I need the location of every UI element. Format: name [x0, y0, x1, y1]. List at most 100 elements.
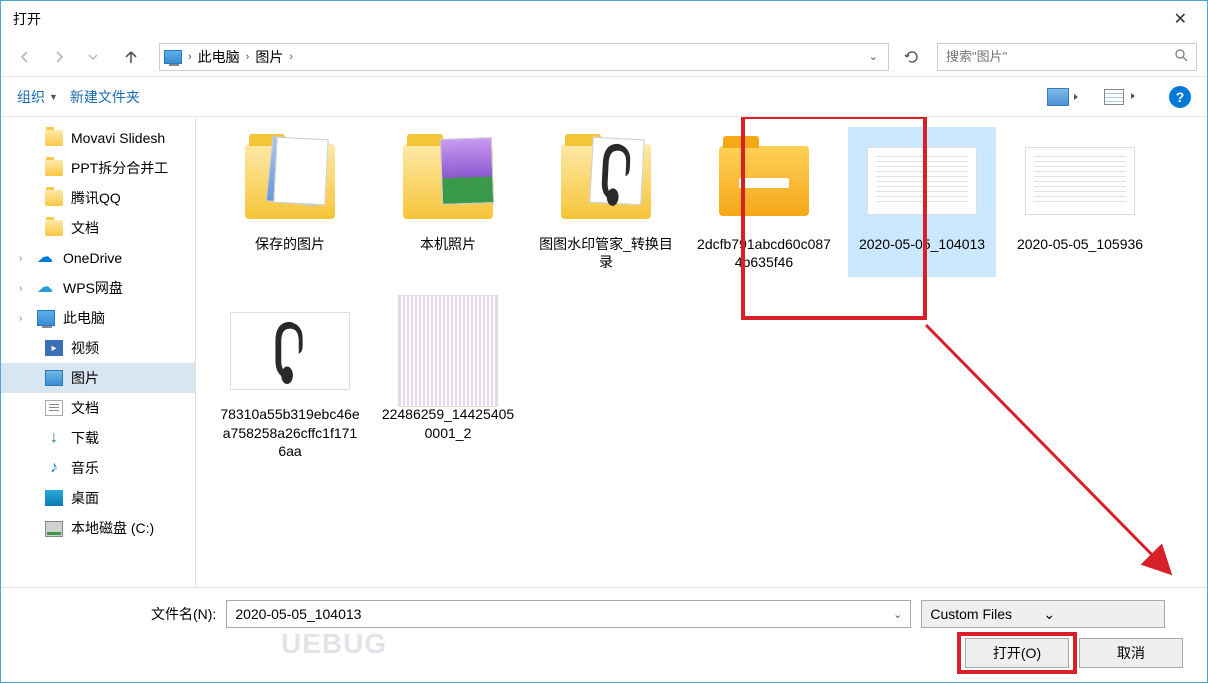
chevron-down-icon[interactable]: ⌄	[1043, 606, 1156, 623]
toolbar: 组织▼ 新建文件夹 ?	[1, 77, 1207, 117]
sidebar: Movavi Slidesh PPT拆分合并工腾讯QQ 文档 › OneDrive › WP…	[1, 117, 196, 587]
sidebar-item-label: PPT拆分合并工	[71, 158, 168, 178]
filter-label: Custom Files	[930, 606, 1043, 622]
file-label: 图图水印管家_转换目录	[536, 235, 676, 271]
view-details-button[interactable]	[1103, 88, 1125, 106]
folder-icon	[45, 130, 63, 146]
file-type-filter[interactable]: Custom Files ⌄	[921, 600, 1165, 628]
filename-combo[interactable]: ⌄	[226, 600, 911, 628]
folder-icon	[45, 190, 63, 206]
file-thumbnail	[388, 133, 508, 229]
sidebar-item-label: 此电脑	[63, 308, 105, 328]
cancel-button[interactable]: 取消	[1079, 638, 1183, 668]
dl-icon	[45, 430, 63, 446]
thispc-icon	[37, 310, 55, 326]
file-item-hex1[interactable]: 2dcfb791abcd60c0874b635f46	[690, 127, 838, 277]
onedrive-icon	[37, 250, 55, 266]
close-icon[interactable]: ✕	[1166, 5, 1195, 33]
sidebar-item-ppt[interactable]: PPT拆分合并工	[1, 153, 195, 183]
address-dropdown[interactable]: ⌄	[863, 50, 884, 63]
footer: 文件名(N): ⌄ Custom Files ⌄ 打开(O) 取消	[1, 587, 1207, 682]
search-input[interactable]	[946, 49, 1174, 64]
new-folder-button[interactable]: 新建文件夹	[70, 87, 140, 107]
nav-back-button[interactable]	[11, 43, 39, 71]
filename-input[interactable]	[235, 606, 893, 622]
sidebar-item-pictures[interactable]: 图片	[1, 363, 195, 393]
organize-button[interactable]: 组织▼	[17, 87, 58, 107]
sidebar-item-label: 视频	[71, 338, 99, 358]
file-thumbnail	[1020, 133, 1140, 229]
sidebar-item-label: 文档	[71, 218, 99, 238]
sidebar-item-docs[interactable]: 文档	[1, 393, 195, 423]
sidebar-item-downloads[interactable]: 下载	[1, 423, 195, 453]
sidebar-item-label: OneDrive	[63, 250, 122, 266]
file-item-hex2[interactable]: 78310a55b319ebc46ea758258a26cffc1f1716aa	[216, 297, 364, 465]
address-bar[interactable]: › 此电脑 › 图片 › ⌄	[159, 43, 889, 71]
pic-icon	[45, 370, 63, 386]
disk-icon	[45, 521, 63, 537]
nav-bar: › 此电脑 › 图片 › ⌄	[1, 37, 1207, 77]
file-label: 2020-05-05_104013	[859, 235, 985, 253]
window-title: 打开	[13, 9, 41, 29]
view-large-icons-button[interactable]	[1047, 88, 1069, 106]
file-list: 保存的图片 本机照片 图图水印管家_转换目录 2dcfb791abcd60c0874b…	[196, 117, 1207, 587]
file-thumbnail	[862, 133, 982, 229]
sidebar-item-onedrive[interactable]: › OneDrive	[1, 243, 195, 273]
file-item-num[interactable]: 22486259_144254050001_2	[374, 297, 522, 465]
breadcrumb-thispc[interactable]: 此电脑	[198, 47, 240, 67]
file-item-ss2[interactable]: 2020-05-05_105936	[1006, 127, 1154, 277]
filename-label: 文件名(N):	[151, 604, 216, 624]
chevron-right-icon: ›	[188, 51, 192, 63]
sidebar-item-wps[interactable]: › WPS网盘	[1, 273, 195, 303]
expand-icon: ›	[19, 313, 22, 324]
thispc-icon	[164, 50, 182, 64]
refresh-button[interactable]	[899, 44, 925, 70]
doc-icon	[45, 400, 63, 416]
file-label: 2dcfb791abcd60c0874b635f46	[694, 235, 834, 271]
breadcrumb-pictures[interactable]: 图片	[255, 47, 283, 67]
file-label: 78310a55b319ebc46ea758258a26cffc1f1716aa	[220, 405, 360, 459]
open-button[interactable]: 打开(O)	[965, 638, 1069, 668]
file-thumbnail	[546, 133, 666, 229]
sidebar-item-desktop[interactable]: 桌面	[1, 483, 195, 513]
chevron-right-icon: ›	[246, 51, 250, 63]
sidebar-item-cdrive[interactable]: 本地磁盘 (C:)	[1, 513, 195, 543]
chevron-down-icon[interactable]: ⌄	[893, 608, 902, 621]
file-item-saved[interactable]: 保存的图片	[216, 127, 364, 277]
chevron-right-icon: ›	[289, 51, 293, 63]
sidebar-item-label: WPS网盘	[63, 278, 123, 298]
file-label: 本机照片	[420, 235, 476, 253]
sidebar-item-thispc[interactable]: › 此电脑	[1, 303, 195, 333]
file-thumbnail	[704, 133, 824, 229]
sidebar-item-label: Movavi Slidesh	[71, 130, 165, 146]
file-item-camera[interactable]: 本机照片	[374, 127, 522, 277]
help-icon[interactable]: ?	[1169, 86, 1191, 108]
sidebar-item-label: 图片	[71, 368, 99, 388]
sidebar-item-label: 本地磁盘 (C:)	[71, 518, 154, 538]
sidebar-item-label: 下载	[71, 428, 99, 448]
file-item-watermark[interactable]: 图图水印管家_转换目录	[532, 127, 680, 277]
sidebar-item-movavi[interactable]: Movavi Slidesh	[1, 123, 195, 153]
search-box[interactable]	[937, 43, 1197, 71]
file-thumbnail	[230, 303, 350, 399]
recent-locations-dropdown[interactable]	[79, 43, 107, 71]
sidebar-item-label: 音乐	[71, 458, 99, 478]
expand-icon: ›	[19, 283, 22, 294]
sidebar-item-wendang1[interactable]: 文档	[1, 213, 195, 243]
sidebar-item-label: 文档	[71, 398, 99, 418]
wps-icon	[37, 280, 55, 296]
sidebar-item-music[interactable]: 音乐	[1, 453, 195, 483]
file-thumbnail	[388, 303, 508, 399]
open-dialog-window: 打开 ✕ › 此电脑 › 图片 › ⌄	[0, 0, 1208, 683]
titlebar: 打开 ✕	[1, 1, 1207, 37]
file-item-ss1[interactable]: 2020-05-05_104013	[848, 127, 996, 277]
file-label: 保存的图片	[255, 235, 325, 253]
sidebar-item-label: 腾讯QQ	[71, 188, 121, 208]
sidebar-item-video[interactable]: 视频	[1, 333, 195, 363]
folder-icon	[45, 160, 63, 176]
expand-icon: ›	[19, 253, 22, 264]
nav-up-button[interactable]	[117, 43, 145, 71]
file-label: 2020-05-05_105936	[1017, 235, 1143, 253]
sidebar-item-qq[interactable]: 腾讯QQ	[1, 183, 195, 213]
nav-forward-button[interactable]	[45, 43, 73, 71]
